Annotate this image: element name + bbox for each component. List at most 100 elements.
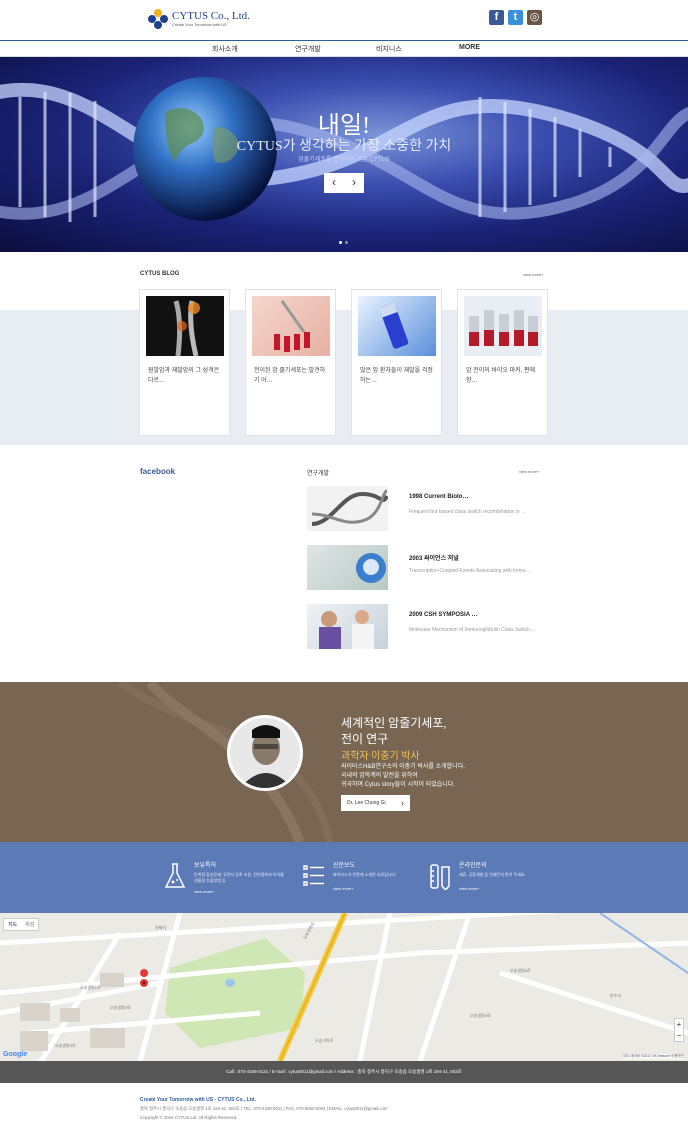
profile-subheading: 과학자 이충기 박사 xyxy=(341,751,420,762)
nav-item-more[interactable]: MORE xyxy=(459,44,480,51)
service-view-more[interactable]: view more+ xyxy=(459,886,480,891)
research-thumb xyxy=(307,604,388,649)
slider-dot[interactable] xyxy=(345,241,348,244)
blog-card-image xyxy=(358,296,436,356)
map-copyright: 지도 데이터 ©2017 SK telecom 이용약관 xyxy=(622,1054,684,1059)
blog-card-image xyxy=(252,296,330,356)
research-item-desc: Frequent but biased class switch recombi… xyxy=(409,509,527,515)
research-item-desc: Transcription-Coupled Events Associating… xyxy=(409,568,531,574)
blog-title: CYTUS BLOG xyxy=(140,271,180,277)
location-map[interactable]: 지도 위성 오송생명로 오송생명1로 오송생명2로 오송생명3로 오송가락로 오… xyxy=(0,913,688,1061)
footer-address: 충북 청주시 흥덕구 오송읍 오송생명 1로 194-41, 503호 | TE… xyxy=(140,1106,388,1111)
pencil-ruler-icon xyxy=(430,864,450,890)
footer: Create Your Tomorrow with US - CYTUS Co.… xyxy=(140,1097,560,1120)
profile-body: 싸이터스H&B연구소의 이충기 박사를 소개합니다. 국내의 암학계의 발전을 … xyxy=(341,763,531,790)
service-desc: 싸이터스가 언론에 소개된 자료입니다. xyxy=(333,872,397,877)
profile-heading-line2: 전이 연구 xyxy=(341,732,389,746)
map-road-label: 오송가락로 xyxy=(315,1038,334,1043)
blog-card-text: 원발암과 재발암의 그 성격은 다르… xyxy=(148,368,220,384)
zoom-out-icon[interactable]: − xyxy=(675,1030,683,1041)
satellite-view-button[interactable]: 위성 xyxy=(21,919,38,930)
services-band: 보유특허 단백질 합성문제, 유전자 등록 조절, 전연결에서 미치활성물질 추… xyxy=(0,842,688,913)
service-title: 신문보도 xyxy=(333,863,356,869)
hero-prev-button[interactable]: ‹ xyxy=(324,173,344,193)
slider-dots xyxy=(339,241,348,244)
facebook-widget-title[interactable]: facebook xyxy=(140,467,175,476)
flask-icon xyxy=(164,863,186,888)
research-item-title: 1998 Current Biolo… xyxy=(409,494,469,500)
map-road-label: 오송생명4로 xyxy=(470,1013,491,1018)
dna-background-decoration xyxy=(117,682,334,842)
map-road-label: 오송생명6로 xyxy=(510,968,531,973)
research-item-title: 2003 싸이언스 저널 xyxy=(409,556,459,562)
profile-body-line: 귀국하며 Cytus story들이 시작이 되었습니다. xyxy=(341,782,455,788)
service-desc: 제휴, 공동개발 등 언제든지 편히 주세요. xyxy=(459,872,526,877)
slider-dot[interactable] xyxy=(339,241,342,244)
blog-band xyxy=(0,310,688,445)
blog-card[interactable]: 많은 암 환자들이 재발을 걱정하는… xyxy=(351,289,442,436)
blog-card-text: 전이된 암 줄기세포는 발견하기 어… xyxy=(254,368,326,384)
zoom-in-icon[interactable]: + xyxy=(675,1019,683,1030)
main-nav: 회사소개 연구개발 비지니스 MORE xyxy=(0,40,688,57)
hero-slider: 내일! CYTUS가 생각하는 가장 소중한 가치 암줄기세포를 연구하는 기업… xyxy=(0,57,688,252)
profile-button[interactable]: Dr. Lee Chung Gi › xyxy=(341,795,410,811)
twitter-icon[interactable]: t xyxy=(508,10,523,25)
hero-caption: 암줄기세포를 연구하는 기업 CYTUS xyxy=(298,157,390,163)
profile-body-line: 국내의 암학계의 발전을 위하여 xyxy=(341,773,418,779)
map-zoom-control[interactable]: + − xyxy=(674,1018,684,1042)
blog-card-image xyxy=(464,296,542,356)
nav-item-company[interactable]: 회사소개 xyxy=(212,44,238,54)
profile-button-label: Dr. Lee Chung Gi xyxy=(347,800,386,806)
blog-card[interactable]: 암 전이의 바이오 마커, 편에향… xyxy=(457,289,548,436)
site-header: CYTUS Co., Ltd. Create Your Tomorrow wit… xyxy=(0,0,688,40)
map-road-label: 오송생명3로 xyxy=(55,1043,76,1048)
service-title: 온라인문의 xyxy=(459,863,487,869)
research-item-desc: Molecular Mechanism of Immunoglobulin Cl… xyxy=(409,627,535,633)
nav-item-research[interactable]: 연구개발 xyxy=(295,44,321,54)
google-logo: Google xyxy=(3,1051,28,1058)
blog-card[interactable]: 전이된 암 줄기세포는 발견하기 어… xyxy=(245,289,336,436)
map-canvas xyxy=(0,913,688,1061)
list-icon xyxy=(303,865,324,886)
facebook-icon[interactable]: f xyxy=(489,10,504,25)
blog-view-more[interactable]: view more+ xyxy=(523,272,544,277)
service-patents[interactable]: 보유특허 단백질 합성문제, 유전자 등록 조절, 전연결에서 미치활성물질 추… xyxy=(164,860,294,900)
logo-tagline: Create Your Tomorrow with US xyxy=(172,21,227,27)
chevron-right-icon: › xyxy=(401,798,404,808)
service-view-more[interactable]: view more+ xyxy=(333,886,354,891)
research-thumb xyxy=(307,486,389,531)
map-road-label: 오송생명1로 xyxy=(80,985,101,990)
map-place-label: 연제리 xyxy=(155,925,167,930)
research-item[interactable]: 1998 Current Biolo… Frequent but biased … xyxy=(307,486,542,532)
service-view-more[interactable]: view more+ xyxy=(194,889,215,894)
map-road-label: 오송생명2로 xyxy=(110,1005,131,1010)
blog-card-image xyxy=(146,296,224,357)
nav-item-business[interactable]: 비지니스 xyxy=(376,44,402,54)
map-view-button[interactable]: 지도 xyxy=(4,919,21,930)
hero-next-button[interactable]: › xyxy=(344,173,364,193)
research-item[interactable]: 2003 싸이언스 저널 Transcription-Coupled Event… xyxy=(307,545,542,591)
research-view-more[interactable]: view more+ xyxy=(519,469,540,474)
logo-icon xyxy=(148,9,168,29)
research-item[interactable]: 2009 CSH SYMPOSIA … Molecular Mechanism … xyxy=(307,604,542,650)
logo-name: CYTUS Co., Ltd. xyxy=(172,9,250,22)
instagram-icon[interactable]: ◎ xyxy=(527,10,542,25)
research-thumb xyxy=(307,545,388,590)
logo[interactable]: CYTUS Co., Ltd. Create Your Tomorrow wit… xyxy=(148,9,250,29)
service-desc: 단백질 합성문제, 유전자 등록 조절, 전연결에서 미치활성물질 추출방법 등 xyxy=(194,872,284,883)
profile-heading-line1: 세계적인 암줄기세포, xyxy=(341,716,447,730)
blog-card-text: 많은 암 환자들이 재발을 걱정하는… xyxy=(360,368,433,384)
map-place-label: 만수리 xyxy=(610,993,622,998)
profile-body-line: 싸이터스H&B연구소의 이충기 박사를 소개합니다. xyxy=(341,764,465,770)
research-item-title: 2009 CSH SYMPOSIA … xyxy=(409,612,478,618)
service-press[interactable]: 신문보도 싸이터스가 언론에 소개된 자료입니다. view more+ xyxy=(303,860,433,900)
service-title: 보유특허 xyxy=(194,863,217,869)
blog-card[interactable]: 원발암과 재발암의 그 성격은 다르… xyxy=(139,289,230,436)
social-links: f t ◎ xyxy=(489,10,542,25)
service-inquiry[interactable]: 온라인문의 제휴, 공동개발 등 언제든지 편히 주세요. view more+ xyxy=(429,860,559,900)
contact-bar: Call : 070-4348-0121 / E-mail : cytus001… xyxy=(0,1061,688,1083)
research-title: 연구개발 xyxy=(307,471,330,477)
footer-company: Create Your Tomorrow with US - CYTUS Co.… xyxy=(140,1097,256,1103)
doctor-portrait xyxy=(227,715,303,791)
profile-section: 세계적인 암줄기세포, 전이 연구 과학자 이충기 박사 싸이터스H&B연구소의… xyxy=(0,682,688,842)
